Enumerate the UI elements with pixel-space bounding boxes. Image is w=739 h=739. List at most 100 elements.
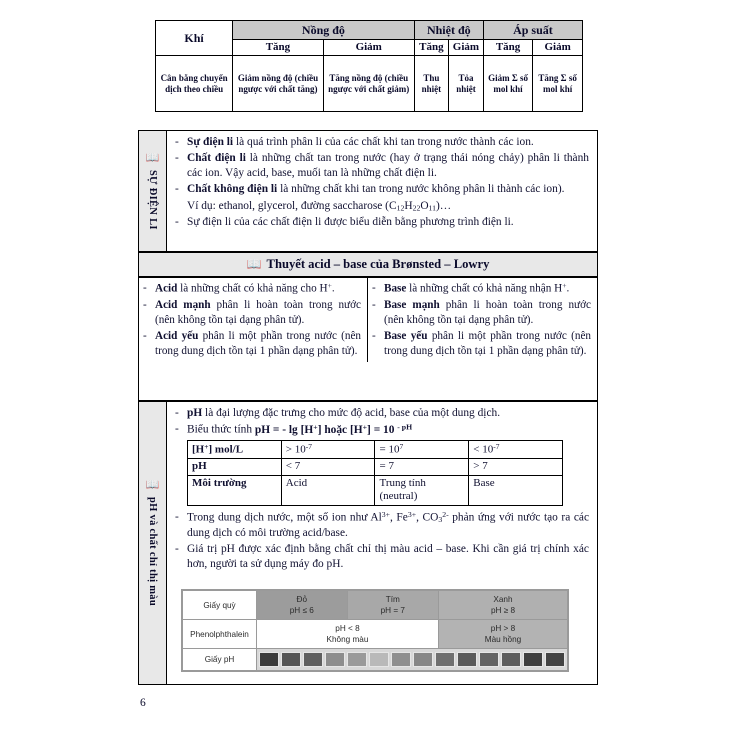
ph-paper-swatch-13: [545, 652, 565, 668]
su-dien-li-list: Sự điện li là quá trình phân li của các …: [173, 135, 589, 230]
sidebar-label-su-dien-li: SỰ ĐIỆN LI: [147, 169, 158, 230]
table-row: Phenolphthalein pH < 8 Không màu pH > 8 …: [182, 619, 569, 650]
indicator-row-name-2: Giấy pH: [182, 648, 257, 672]
litmus-purple-range: pH = 7: [380, 606, 405, 616]
litmus-purple-cell: Tím pH = 7: [346, 589, 439, 621]
equilibrium-col-header-khi: Khí: [154, 19, 234, 57]
equilibrium-row-label: Cân bằng chuyển dịch theo chiều: [154, 55, 234, 113]
ph-paper-swatch-4: [347, 652, 367, 668]
section-body-su-dien-li: Sự điện li là quá trình phân li của các …: [167, 131, 597, 235]
table-row: Môi trường Acid Trung tính (neutral) Bas…: [187, 474, 563, 507]
list-item: Acid mạnh phân li hoàn toàn trong nước (…: [141, 298, 361, 327]
table-row: pH < 7 = 7 > 7: [187, 457, 563, 476]
page-number: 6: [140, 697, 146, 709]
ph-paper-swatch-3: [325, 652, 345, 668]
equilibrium-cell-3: Tỏa nhiệt: [448, 55, 484, 113]
phenol-colorless-cell: pH < 8 Không màu: [256, 619, 439, 650]
list-item: Giá trị pH được xác định bằng chất chỉ t…: [173, 542, 589, 572]
section-acid-base: Acid là những chất có khả năng cho H+. A…: [138, 277, 598, 401]
ph-paper-swatch-0: [259, 652, 279, 668]
ph-table-row-label-2: Môi trường: [187, 474, 282, 507]
table-row: Cân bằng chuyển dịch theo chiều Giảm nồn…: [154, 55, 583, 113]
table-row: Khí Nồng độ Nhiệt độ Áp suất: [154, 19, 584, 57]
list-item: Acid là những chất có khả năng cho H+.: [141, 281, 361, 296]
ph-table-cell-0-0: > 10-7: [280, 439, 376, 459]
litmus-red-range: pH ≤ 6: [289, 606, 314, 616]
base-list: Base là những chất có khả năng nhận H+. …: [370, 281, 591, 358]
ph-table-cell-0-1: = 107: [374, 439, 470, 459]
indicator-table: Giấy quỳ Đỏ pH ≤ 6 Tím pH = 7 Xanh pH ≥ …: [182, 589, 569, 672]
indicator-color-chart: Giấy quỳ Đỏ pH ≤ 6 Tím pH = 7 Xanh pH ≥ …: [181, 589, 569, 673]
ph-paper-swatch-8: [435, 652, 455, 668]
ph-paper-strip: [259, 652, 565, 668]
list-item: Base yếu phân li một phần trong nước (nê…: [370, 329, 591, 358]
theory-header-title: Thuyết acid – base của Brønsted – Lowry: [266, 257, 490, 271]
theory-header-bar: 📖 Thuyết acid – base của Brønsted – Lowr…: [138, 252, 598, 277]
ph-paper-swatch-2: [303, 652, 323, 668]
list-item: Acid yếu phân li một phần trong nước (nê…: [141, 329, 361, 358]
ph-table-cell-1-2: > 7: [468, 457, 563, 476]
ph-table-row-label-0: [H+] mol/L: [187, 439, 282, 459]
ph-paper-swatch-10: [479, 652, 499, 668]
list-item: Chất điện li là những chất tan trong nướ…: [173, 151, 589, 181]
book-icon: 📖: [246, 257, 262, 271]
list-item: Base mạnh phân li hoàn toàn trong nước (…: [370, 298, 591, 327]
equilibrium-group-header-0: Nồng độ: [232, 19, 415, 41]
equilibrium-cell-2: Thu nhiệt: [413, 55, 450, 113]
equilibrium-sub-header-0: Tăng: [232, 39, 324, 57]
list-item: Base là những chất có khả năng nhận H+.: [370, 281, 591, 296]
document-page: Khí Nồng độ Nhiệt độ Áp suất Tăng Giảm T…: [0, 0, 739, 739]
ph-paper-swatch-12: [523, 652, 543, 668]
indicator-row-name-1: Phenolphthalein: [182, 619, 257, 650]
equilibrium-sub-header-5: Giảm: [532, 39, 583, 57]
indicator-row-name-0: Giấy quỳ: [182, 589, 257, 621]
ph-paper-swatch-9: [457, 652, 477, 668]
ph-paper-swatch-7: [413, 652, 433, 668]
equilibrium-sub-header-2: Tăng: [413, 39, 450, 57]
equilibrium-table-wrapper: Khí Nồng độ Nhiệt độ Áp suất Tăng Giảm T…: [154, 19, 584, 113]
phenol-pink-label: Màu hồng: [484, 635, 522, 645]
equilibrium-group-header-2: Áp suất: [482, 19, 584, 41]
table-row: Giấy quỳ Đỏ pH ≤ 6 Tím pH = 7 Xanh pH ≥ …: [182, 589, 569, 621]
equilibrium-sub-header-3: Giảm: [448, 39, 484, 57]
acid-list: Acid là những chất có khả năng cho H+. A…: [141, 281, 361, 358]
phenol-pink-cell: pH > 8 Màu hồng: [437, 619, 569, 650]
equilibrium-group-header-1: Nhiệt độ: [413, 19, 484, 41]
ph-paper-strip-cell: [256, 648, 568, 672]
ph-table-cell-1-1: = 7: [374, 457, 470, 476]
litmus-red-label: Đỏ: [296, 595, 307, 604]
list-item: Sự điện li là quá trình phân li của các …: [173, 135, 589, 150]
sidebar-label-ph: pH và chất chỉ thị màu: [147, 497, 158, 606]
equilibrium-table: Khí Nồng độ Nhiệt độ Áp suất Tăng Giảm T…: [154, 19, 584, 113]
ph-table-cell-1-0: < 7: [280, 457, 376, 476]
phenol-pink-range: pH > 8: [490, 624, 516, 634]
list-item: Ví dụ: ethanol, glycerol, đường saccharo…: [187, 199, 452, 213]
litmus-green-label: Xanh: [493, 595, 513, 604]
section-body-ph: pH là đại lượng đặc trưng cho mức độ aci…: [167, 402, 597, 577]
table-row: Giấy pH: [182, 648, 568, 672]
equilibrium-cell-0: Giảm nồng độ (chiều ngược với chất tăng): [232, 55, 324, 113]
base-column: Base là những chất có khả năng nhận H+. …: [368, 278, 597, 362]
list-item: Trong dung dịch nước, một số ion như Al3…: [173, 510, 589, 541]
ph-table-cell-2-1: Trung tính (neutral): [374, 474, 470, 507]
ph-intro-list: pH là đại lượng đặc trưng cho mức độ aci…: [173, 406, 589, 438]
litmus-purple-label: Tím: [385, 595, 400, 604]
acid-base-columns: Acid là những chất có khả năng cho H+. A…: [139, 278, 597, 363]
ph-table-cell-2-2: Base: [468, 474, 563, 507]
ph-outro-list: Trong dung dịch nước, một số ion như Al3…: [173, 510, 589, 572]
list-item: Chất không điện li là những chất khi tan…: [173, 182, 589, 197]
table-row: [H+] mol/L > 10-7 = 107 < 10-7: [187, 439, 563, 459]
sidebar-ph: 📖 pH và chất chỉ thị màu: [139, 402, 167, 684]
ph-table-cell-0-2: < 10-7: [468, 439, 563, 459]
phenol-colorless-label: Không màu: [326, 635, 369, 645]
list-item: Biểu thức tính pH = - lg [H+] hoặc [H+] …: [173, 422, 589, 438]
book-icon: 📖: [145, 479, 160, 491]
ph-paper-swatch-11: [501, 652, 521, 668]
list-item: pH là đại lượng đặc trưng cho mức độ aci…: [173, 406, 589, 421]
litmus-green-range: pH ≥ 8: [490, 606, 516, 616]
ph-value-table: [H+] mol/L > 10-7 = 107 < 10-7 pH < 7 = …: [187, 439, 563, 507]
litmus-green-cell: Xanh pH ≥ 8: [437, 589, 569, 621]
phenol-colorless-range: pH < 8: [335, 624, 360, 634]
section-su-dien-li: 📖 SỰ ĐIỆN LI Sự điện li là quá trình phâ…: [138, 130, 598, 252]
equilibrium-sub-header-1: Giảm: [322, 39, 415, 57]
